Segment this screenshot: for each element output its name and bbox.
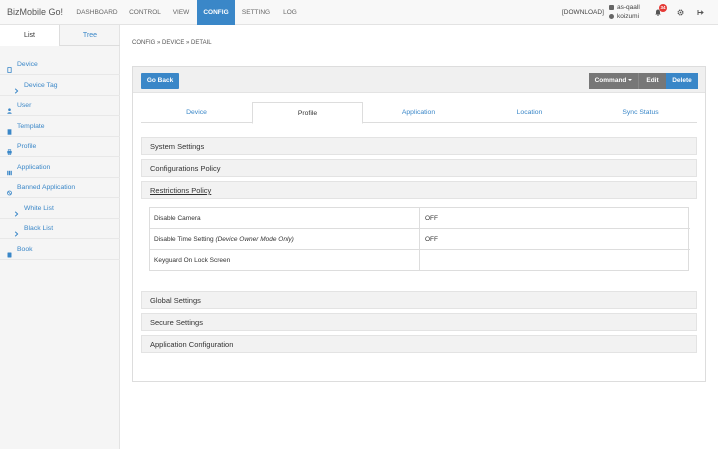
nav-setting[interactable]: SETTING	[237, 0, 275, 25]
brand-logo[interactable]: BizMobile Go!	[7, 7, 63, 17]
tab-sync-status[interactable]: Sync Status	[585, 102, 696, 123]
tab-application[interactable]: Application	[363, 102, 474, 123]
ban-icon	[7, 185, 12, 196]
nav-control[interactable]: CONTROL	[124, 0, 166, 25]
table-row: Disable Camera OFF	[150, 208, 690, 229]
breadcrumb: CONFIG » DEVICE » DETAIL	[132, 40, 212, 46]
chevron-right-icon	[14, 226, 19, 237]
nav-view[interactable]: VIEW	[166, 0, 196, 25]
chevron-right-icon	[14, 206, 19, 217]
chevron-right-icon	[14, 83, 19, 94]
edit-button[interactable]: Edit	[638, 73, 666, 89]
restriction-key: Disable Time Setting (Device Owner Mode …	[150, 229, 420, 250]
nav-config[interactable]: CONFIG	[197, 0, 235, 25]
building-icon	[609, 4, 614, 10]
sign-out-icon[interactable]	[697, 9, 704, 18]
user-org[interactable]: as-qaall	[609, 4, 640, 11]
tab-location[interactable]: Location	[474, 102, 585, 123]
go-back-button[interactable]: Go Back	[141, 73, 179, 89]
nav-dashboard[interactable]: DASHBOARD	[73, 0, 121, 25]
detail-panel: Go Back Command Edit Delete Device Profi…	[132, 66, 706, 382]
tab-profile[interactable]: Profile	[252, 102, 363, 124]
restriction-note: (Device Owner Mode Only)	[215, 236, 294, 243]
user-icon	[609, 13, 614, 19]
restriction-value	[420, 250, 690, 271]
restrictions-table: Disable Camera OFF Disable Time Setting …	[149, 207, 690, 271]
sidebar-item-banned-application[interactable]: Banned Application	[0, 178, 120, 198]
nav-log[interactable]: LOG	[277, 0, 303, 25]
user-name[interactable]: koizumi	[609, 13, 639, 20]
gear-icon[interactable]	[677, 9, 684, 18]
sidebar-tab-tree[interactable]: Tree	[60, 25, 120, 46]
sidebar-item-template[interactable]: Template	[0, 117, 120, 137]
sidebar-item-profile[interactable]: Profile	[0, 137, 120, 157]
restriction-value: OFF	[425, 236, 438, 243]
sidebar-item-book[interactable]: Book	[0, 240, 120, 260]
top-navbar: BizMobile Go! DASHBOARD CONTROL VIEW CON…	[0, 0, 718, 25]
file-icon	[7, 124, 12, 135]
command-dropdown-button[interactable]: Command	[589, 73, 638, 89]
table-row: Disable Time Setting (Device Owner Mode …	[150, 229, 690, 250]
tab-device[interactable]: Device	[141, 102, 252, 123]
sidebar-item-black-list[interactable]: Black List	[0, 219, 120, 239]
toolbar: Go Back Command Edit Delete	[133, 67, 705, 93]
table-row: Keyguard On Lock Screen	[150, 250, 690, 271]
sidebar-item-device[interactable]: Device	[0, 55, 120, 75]
restriction-value: OFF	[425, 215, 438, 222]
sidebar-tabs: List Tree	[0, 25, 120, 46]
sidebar-item-device-tag[interactable]: Device Tag	[0, 76, 120, 96]
delete-button[interactable]: Delete	[666, 73, 698, 89]
sidebar-tab-list[interactable]: List	[0, 25, 60, 46]
section-application-configuration[interactable]: Application Configuration	[141, 335, 697, 353]
notification-badge: 34	[659, 4, 667, 12]
section-system-settings[interactable]: System Settings	[141, 137, 697, 155]
caret-down-icon	[628, 79, 633, 82]
section-restrictions-policy[interactable]: Restrictions Policy	[141, 181, 697, 199]
sidebar-item-user[interactable]: User	[0, 96, 120, 116]
mobile-icon	[7, 62, 12, 74]
book-icon	[7, 247, 12, 258]
section-configurations-policy[interactable]: Configurations Policy	[141, 159, 697, 177]
print-icon	[7, 144, 12, 155]
grid-icon	[7, 165, 12, 176]
restriction-key: Keyguard On Lock Screen	[150, 250, 420, 271]
sidebar: List Tree Device Device Tag User Templat…	[0, 25, 120, 449]
sidebar-item-white-list[interactable]: White List	[0, 199, 120, 219]
detail-tabs: Device Profile Application Location Sync…	[141, 102, 697, 124]
user-icon	[7, 103, 12, 114]
section-global-settings[interactable]: Global Settings	[141, 291, 697, 309]
restriction-key: Disable Camera	[150, 208, 420, 229]
sidebar-item-application[interactable]: Application	[0, 158, 120, 178]
section-secure-settings[interactable]: Secure Settings	[141, 313, 697, 331]
download-link[interactable]: [DOWNLOAD]	[562, 9, 604, 16]
